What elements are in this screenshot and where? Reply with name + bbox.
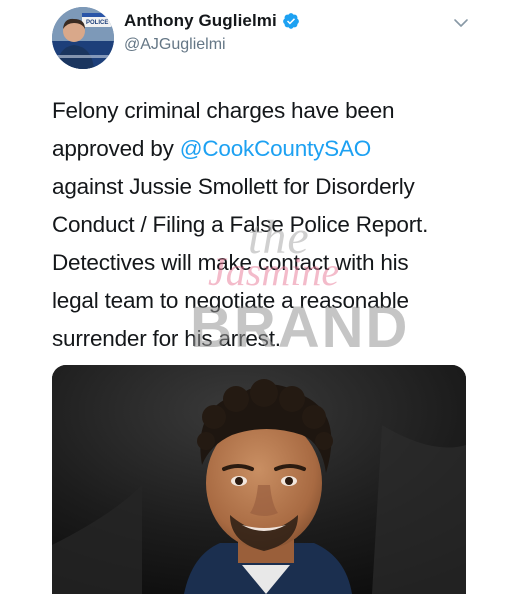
tweet-line: Detectives will make contact with his	[52, 244, 482, 282]
author-handle[interactable]: @AJGuglielmi	[124, 36, 300, 54]
display-name[interactable]: Anthony Guglielmi	[124, 11, 277, 31]
tweet-line-text: surrender for his arrest.	[52, 326, 281, 351]
tweet-line-text: approved by	[52, 136, 180, 161]
avatar[interactable]: POLICE	[52, 7, 114, 69]
tweet-card: POLICE Anthony Guglielmi @AJGuglielmi Fe…	[0, 0, 517, 594]
verified-badge-icon	[282, 12, 300, 30]
tweet-line-text: Conduct / Filing a False Police Report.	[52, 212, 429, 237]
tweet-line-text: Detectives will make contact with his	[52, 250, 409, 275]
name-row: Anthony Guglielmi	[124, 10, 300, 32]
chevron-down-icon[interactable]	[451, 13, 471, 33]
tweet-line: Felony criminal charges have been	[52, 92, 482, 130]
avatar-photo: POLICE	[52, 7, 114, 69]
tweet-line-text: Felony criminal charges have been	[52, 98, 395, 123]
tweet-line: approved by @CookCountySAO	[52, 130, 482, 168]
tweet-text: Felony criminal charges have been approv…	[52, 92, 482, 358]
tweet-line-text: against Jussie Smollett for Disorderly	[52, 174, 415, 199]
tweet-line: Conduct / Filing a False Police Report.	[52, 206, 482, 244]
avatar-badge-text: POLICE	[86, 20, 108, 26]
author-info[interactable]: Anthony Guglielmi @AJGuglielmi	[124, 10, 300, 54]
mention-link[interactable]: @CookCountySAO	[180, 136, 372, 161]
tweet-line: legal team to negotiate a reasonable	[52, 282, 482, 320]
tweet-line: against Jussie Smollett for Disorderly	[52, 168, 482, 206]
tweet-media-photo[interactable]	[52, 365, 466, 594]
tweet-line: surrender for his arrest.	[52, 320, 482, 358]
tweet-line-text: legal team to negotiate a reasonable	[52, 288, 409, 313]
portrait-photo	[52, 365, 466, 594]
